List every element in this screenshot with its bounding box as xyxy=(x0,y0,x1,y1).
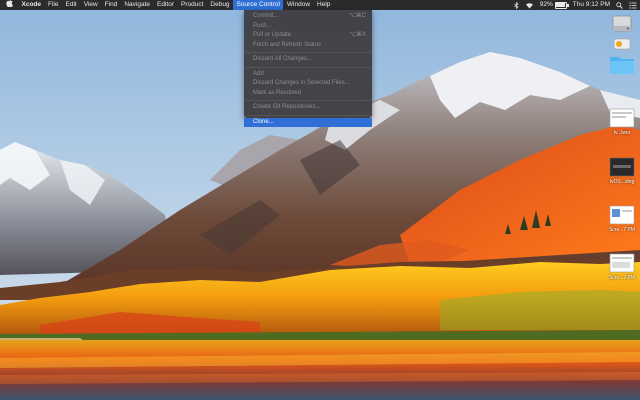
menu-separator xyxy=(244,100,372,101)
screenshot-file-icon[interactable]: tv...lwer xyxy=(604,108,640,136)
screenshot-file-icon[interactable]: Scre...7 PM xyxy=(604,205,640,233)
menu-item-shortcut: ⌥⌘C xyxy=(348,13,366,19)
menu-product[interactable]: Product xyxy=(177,0,206,10)
status-area: 92% Thu 9:12 PM xyxy=(511,0,640,10)
menu-item-label: Commit... xyxy=(253,13,279,19)
menu-edit[interactable]: Edit xyxy=(62,0,80,10)
menu-item-label: Pull or Update xyxy=(253,32,292,38)
source-control-menu: Commit... ⌥⌘C Push... Pull or Update ⌥⌘X… xyxy=(244,10,372,127)
menu-item-discard-selected[interactable]: Discard Changes in Selected Files... xyxy=(244,79,372,89)
hard-drive-icon[interactable] xyxy=(608,13,636,37)
menu-bar: Xcode File Edit View Find Navigate Edito… xyxy=(0,0,640,10)
folder-icon[interactable] xyxy=(608,53,636,77)
menu-item-label: Create Git Repositories... xyxy=(253,104,321,110)
menu-window[interactable]: Window xyxy=(283,0,313,10)
file-label: Scre...2 PM xyxy=(608,275,636,281)
menu-item-create-git-repositories[interactable]: Create Git Repositories... xyxy=(244,103,372,113)
file-label: Scre...7 PM xyxy=(608,227,636,233)
menu-item-label: Clone... xyxy=(253,118,274,125)
screenshot-file-icon[interactable]: tvOS...ding xyxy=(604,157,640,185)
menu-item-label: Push... xyxy=(253,22,272,29)
disk-image-icon[interactable] xyxy=(610,37,634,53)
menu-navigate[interactable]: Navigate xyxy=(121,0,154,10)
menu-item-label: Mark as Resolved xyxy=(253,89,302,96)
file-label: tv...lwer xyxy=(613,130,631,136)
menu-separator xyxy=(244,66,372,68)
spotlight-search-icon[interactable] xyxy=(613,0,626,10)
menu-item-fetch-refresh[interactable]: Fetch and Refresh Status xyxy=(244,41,372,51)
screenshot-file-icon[interactable]: Scre...2 PM xyxy=(604,253,640,281)
menu-item-discard-all[interactable]: Discard All Changes... xyxy=(244,55,372,65)
menu-item-label: Discard Changes in Selected Files... xyxy=(253,80,350,86)
bluetooth-icon[interactable] xyxy=(511,0,522,10)
menu-separator xyxy=(244,114,372,116)
menu-item-mark-resolved[interactable]: Mark as Resolved xyxy=(244,89,372,99)
menu-item-clone[interactable]: Clone... xyxy=(244,117,372,127)
wifi-icon[interactable] xyxy=(522,0,537,10)
menu-app-xcode[interactable]: Xcode xyxy=(18,0,45,10)
menu-item-push[interactable]: Push... xyxy=(244,22,372,32)
menu-debug[interactable]: Debug xyxy=(207,0,233,10)
notification-center-icon[interactable] xyxy=(626,0,640,10)
menu-item-label: Add xyxy=(253,70,264,77)
file-label: tvOS...ding xyxy=(609,179,635,185)
menu-item-add[interactable]: Add xyxy=(244,70,372,80)
menu-file[interactable]: File xyxy=(45,0,62,10)
menu-source-control[interactable]: Source Control xyxy=(233,0,284,10)
clock[interactable]: Thu 9:12 PM xyxy=(570,0,613,10)
menu-item-label: Discard All Changes... xyxy=(253,56,313,62)
battery-icon xyxy=(554,1,569,9)
battery-indicator[interactable]: 92% xyxy=(537,0,570,10)
menu-view[interactable]: View xyxy=(80,0,101,10)
menu-item-shortcut: ⌥⌘X xyxy=(349,32,366,38)
menu-find[interactable]: Find xyxy=(101,0,121,10)
battery-percent: 92% xyxy=(539,1,553,8)
menu-separator xyxy=(244,52,372,53)
menu-item-commit[interactable]: Commit... ⌥⌘C xyxy=(244,12,372,22)
menu-item-pull-or-update[interactable]: Pull or Update ⌥⌘X xyxy=(244,31,372,41)
apple-menu-icon[interactable] xyxy=(0,0,18,11)
menu-item-label: Fetch and Refresh Status xyxy=(253,41,322,48)
menu-help[interactable]: Help xyxy=(314,0,334,10)
menu-editor[interactable]: Editor xyxy=(154,0,178,10)
